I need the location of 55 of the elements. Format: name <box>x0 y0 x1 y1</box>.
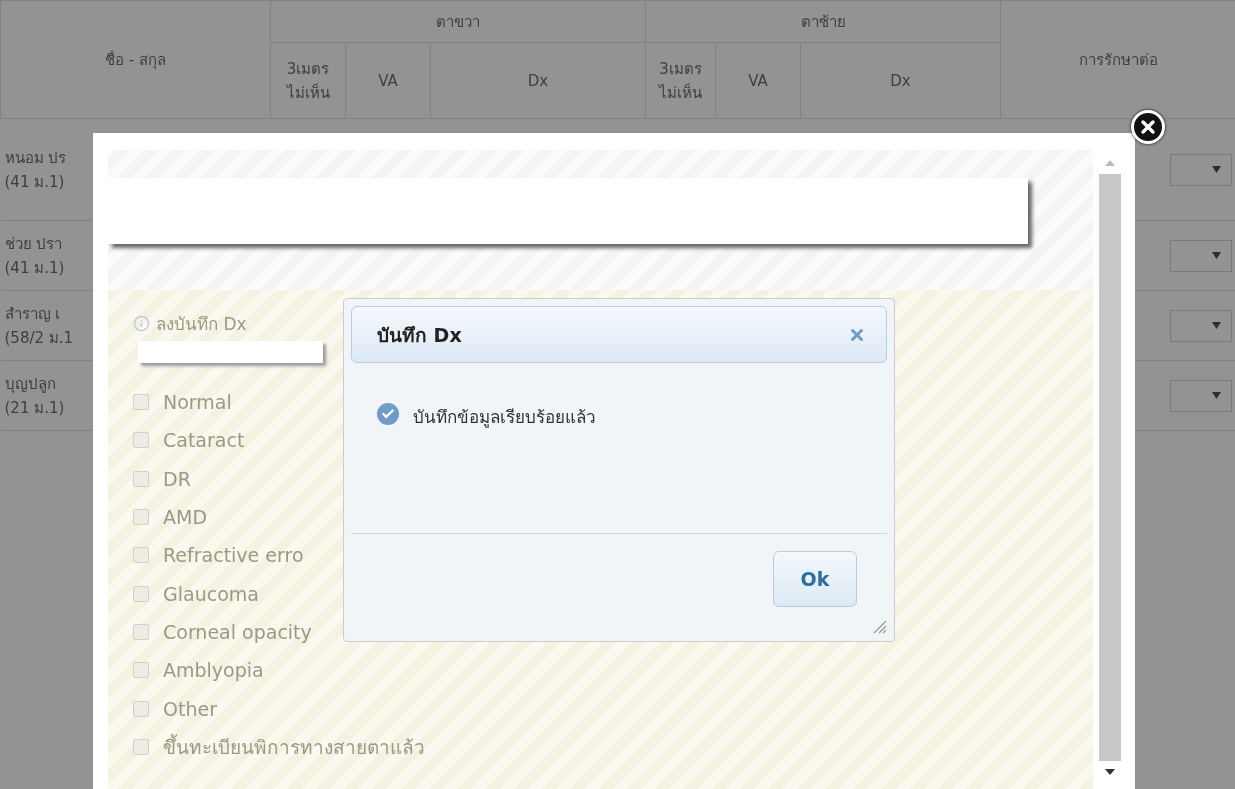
scroll-thumb[interactable] <box>1099 174 1121 761</box>
checkbox[interactable] <box>133 662 149 679</box>
option-label: Normal <box>163 391 232 414</box>
checkbox[interactable] <box>133 394 149 411</box>
column-header: VA <box>715 42 801 119</box>
option-label: Other <box>163 697 217 720</box>
close-icon[interactable] <box>1138 117 1158 137</box>
info-icon <box>133 315 150 332</box>
patient-name: หนอม ปร <box>4 147 67 169</box>
column-header: 3เมตร ไม่เห็น <box>270 42 346 119</box>
patient-name: ช่วย ปรา <box>4 233 63 255</box>
checkbox[interactable] <box>133 432 149 449</box>
column-header: VA <box>345 42 431 119</box>
ok-button[interactable]: Ok <box>773 551 857 607</box>
checkbox[interactable] <box>133 547 149 564</box>
checkbox[interactable] <box>133 738 149 755</box>
option-label: Refractive erro <box>163 544 304 567</box>
dialog-title: บันทึก Dx <box>377 322 462 348</box>
option-label: AMD <box>163 506 208 529</box>
patient-address: (41 ม.1) <box>4 257 65 279</box>
column-group-header: ตาขวา <box>270 0 646 43</box>
option-label: Amblyopia <box>163 659 264 682</box>
dialog-message: บันทึกข้อมูลเรียบร้อยแล้ว <box>413 406 596 430</box>
caret-icon <box>1211 392 1221 399</box>
checkbox[interactable] <box>133 700 149 717</box>
treatment-select[interactable] <box>1169 309 1232 342</box>
scroll-up-icon[interactable] <box>1105 160 1115 166</box>
option-label: Corneal opacity <box>163 620 312 643</box>
caret-icon <box>1211 252 1221 259</box>
form-heading: ลงบันทึก Dx <box>156 313 247 336</box>
option-label: Cataract <box>163 429 245 452</box>
column-header: ชื่อ - สกุล <box>0 0 271 119</box>
checkbox[interactable] <box>133 585 149 602</box>
treatment-select[interactable] <box>1169 153 1232 186</box>
column-header: Dx <box>430 42 646 119</box>
option-label: ขึ้นทะเบียนพิการทางสายตาแล้ว <box>163 733 425 760</box>
checkbox[interactable] <box>133 623 149 640</box>
checkbox[interactable] <box>133 509 149 526</box>
patient-name: บุญปลูก <box>4 373 56 396</box>
column-group-header: ตาซ้าย <box>645 0 1001 43</box>
patient-address: (21 ม.1) <box>4 397 65 419</box>
checkbox[interactable] <box>133 470 149 487</box>
check-icon <box>377 403 399 425</box>
treatment-select[interactable] <box>1169 239 1232 272</box>
option-label: DR <box>163 467 191 490</box>
patient-address: (41 ม.1) <box>4 171 65 193</box>
patient-address: (58/2 ม.1 <box>4 327 74 349</box>
caret-icon <box>1211 166 1221 173</box>
scroll-down-icon[interactable] <box>1105 769 1115 775</box>
column-header: 3เมตร ไม่เห็น <box>645 42 716 119</box>
close-button[interactable] <box>1131 110 1165 144</box>
caret-icon <box>1211 322 1221 329</box>
option-label: Glaucoma <box>163 582 259 605</box>
treatment-select[interactable] <box>1169 379 1232 412</box>
patient-name: สำราญ เ <box>4 303 61 325</box>
